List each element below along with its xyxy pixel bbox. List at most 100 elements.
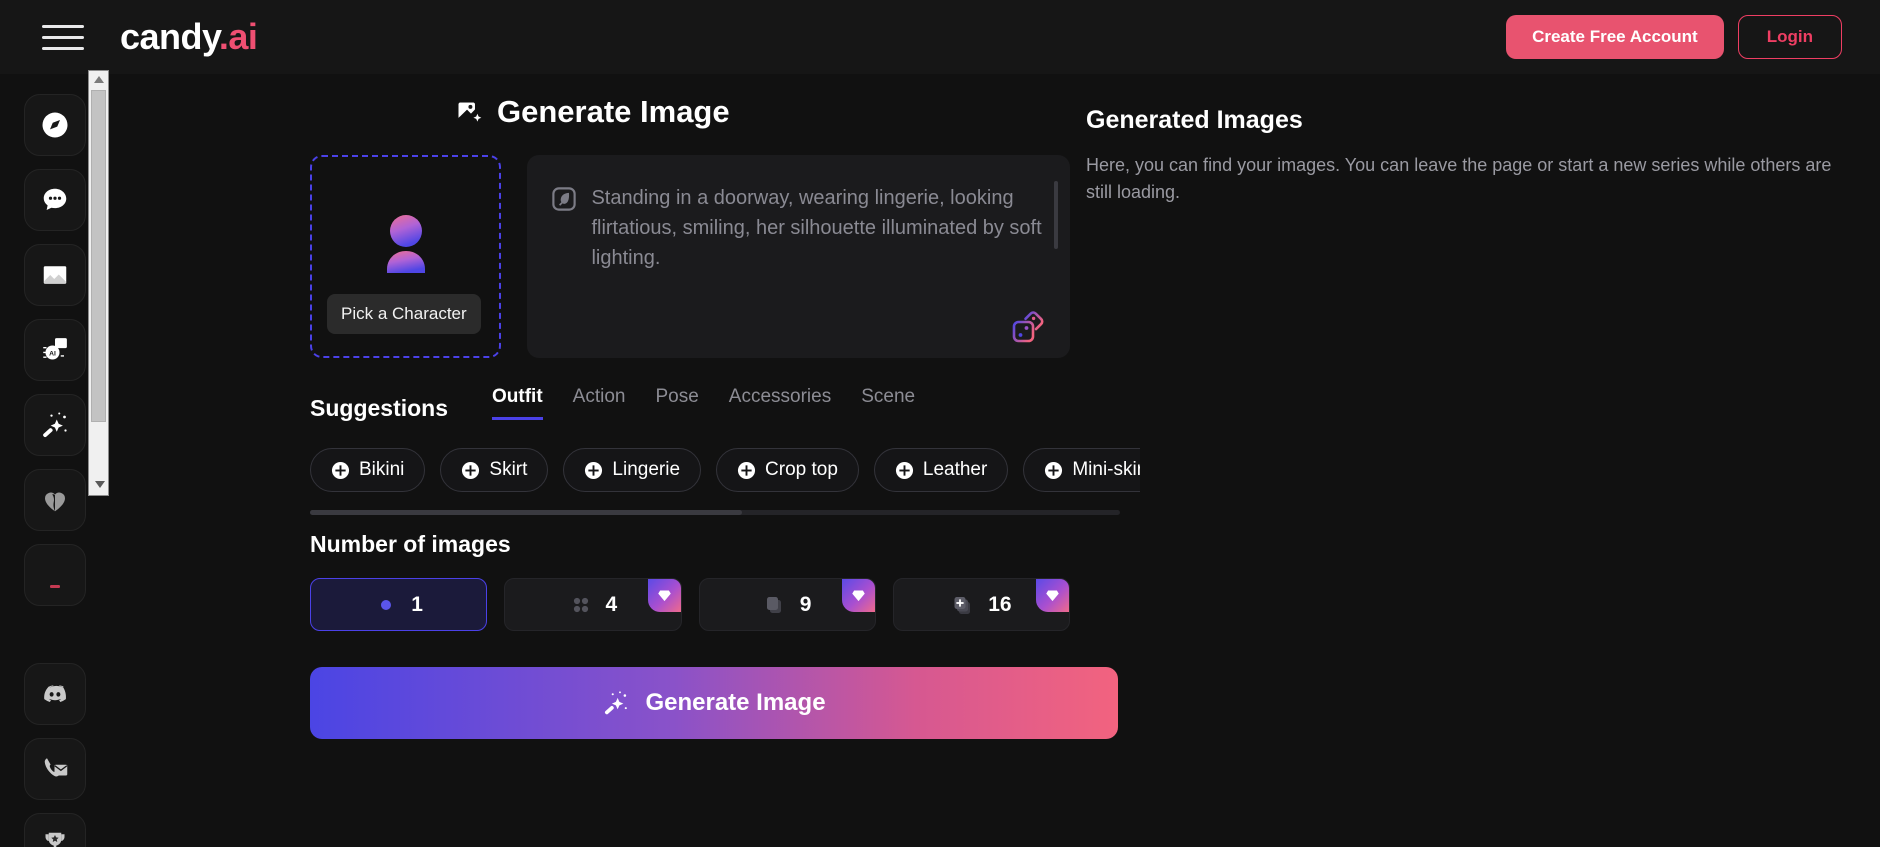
dice-shuffle-icon[interactable]	[1010, 306, 1050, 346]
image-count-option-1[interactable]: 1	[310, 578, 488, 631]
suggestion-chip-list: Bikini Skirt Lingerie Crop top Leather M…	[310, 448, 1140, 492]
image-count-value: 1	[411, 592, 423, 616]
prompt-scrollbar[interactable]	[1054, 181, 1058, 249]
suggestion-chip[interactable]: Leather	[873, 448, 1009, 492]
diamond-icon	[852, 590, 865, 602]
page-title-text: Generate Image	[497, 94, 730, 129]
stack-plus-icon	[954, 596, 971, 614]
plus-circle-icon	[585, 461, 603, 479]
image-count-option-9[interactable]: 9	[698, 578, 876, 631]
chips-scrollbar[interactable]	[310, 510, 1120, 515]
sidebar-item-favorites[interactable]	[24, 469, 86, 531]
prompt-text: Standing in a doorway, wearing lingerie,…	[591, 187, 1042, 269]
premium-badge	[647, 579, 681, 612]
magic-wand-icon	[605, 691, 628, 715]
generated-images-panel: Generated Images Here, you can find your…	[1080, 74, 1880, 847]
logo-main-text: candy	[120, 16, 219, 57]
top-bar: candy.ai Create Free Account Login	[0, 0, 1880, 74]
svg-text:AI: AI	[49, 351, 56, 358]
main-content: Generate Image Pick a Character Standing…	[110, 74, 1140, 847]
sidebar-scrollbar[interactable]	[88, 70, 109, 496]
image-icon	[43, 266, 67, 284]
discord-icon	[44, 685, 66, 702]
suggestion-chip[interactable]: Crop top	[716, 448, 859, 492]
scroll-down-arrow[interactable]	[89, 476, 110, 493]
tab-action[interactable]: Action	[573, 386, 626, 420]
suggestion-chip[interactable]: Bikini	[310, 448, 426, 492]
premium-badge	[1036, 579, 1069, 612]
compass-icon	[42, 112, 68, 138]
trophy-icon	[45, 832, 65, 847]
ai-image-icon: AI	[43, 338, 67, 360]
stack-two-icon	[766, 596, 781, 613]
chip-label: Skirt	[489, 459, 528, 480]
sidebar-item-gallery[interactable]	[24, 244, 86, 306]
tab-scene[interactable]: Scene	[861, 386, 915, 420]
number-of-images-options: 1 4 9 16	[310, 578, 1070, 631]
sidebar-item-rewards[interactable]	[24, 813, 86, 847]
contact-icon	[44, 758, 68, 777]
scroll-up-arrow[interactable]	[88, 71, 109, 88]
magic-wand-icon	[43, 412, 67, 438]
premium-badge	[841, 579, 875, 612]
sidebar-item-discord[interactable]	[24, 663, 86, 725]
site-logo[interactable]: candy.ai	[120, 16, 258, 57]
image-count-option-4[interactable]: 4	[504, 578, 682, 631]
tab-pose[interactable]: Pose	[655, 386, 698, 420]
sidebar-item-explore[interactable]	[24, 94, 86, 156]
generate-image-button[interactable]: Generate Image	[310, 667, 1118, 739]
diamond-icon	[657, 590, 671, 602]
image-count-value: 9	[799, 592, 812, 616]
login-button[interactable]: Login	[1737, 15, 1842, 59]
suggestion-chip[interactable]: Lingerie	[563, 448, 702, 492]
image-count-option-16[interactable]: 16	[892, 578, 1070, 631]
generator-row: Pick a Character Standing in a doorway, …	[310, 155, 1070, 358]
person-avatar-icon	[386, 214, 425, 273]
heart-icon	[45, 492, 65, 512]
topbar-actions: Create Free Account Login	[1506, 15, 1842, 59]
suggestion-tabs: Outfit Action Pose Accessories Scene	[492, 386, 915, 422]
chip-label: Crop top	[765, 459, 838, 480]
plus-circle-icon	[331, 461, 350, 479]
suggestions-title: Suggestions	[310, 395, 449, 421]
generated-images-description: Here, you can find your images. You can …	[1086, 155, 1832, 202]
generate-image-button-label: Generate Image	[645, 689, 826, 716]
image-count-value: 16	[988, 592, 1012, 616]
sidebar-item-magic-tools[interactable]	[24, 394, 86, 456]
generated-images-title: Generated Images	[1086, 106, 1303, 134]
chip-label: Leather	[922, 459, 988, 480]
tab-accessories[interactable]: Accessories	[729, 386, 831, 420]
scrollbar-thumb[interactable]	[91, 90, 106, 422]
create-free-account-button[interactable]: Create Free Account	[1506, 15, 1724, 59]
number-of-images-title: Number of images	[310, 531, 511, 557]
generate-image-icon	[458, 102, 482, 122]
pick-character-dropzone[interactable]: Pick a Character	[310, 155, 502, 358]
sidebar-item-chat[interactable]	[24, 169, 86, 231]
hamburger-line	[42, 24, 84, 28]
single-dot-icon	[381, 599, 392, 610]
sidebar-item-contact[interactable]	[24, 738, 86, 800]
hamburger-line	[42, 35, 84, 39]
chip-label: Lingerie	[612, 459, 681, 480]
chips-scrollbar-thumb[interactable]	[310, 510, 742, 515]
sidebar-item-ai-generate[interactable]: AI	[24, 319, 86, 381]
chat-bubble-icon	[43, 188, 67, 210]
prompt-input[interactable]: Standing in a doorway, wearing lingerie,…	[527, 155, 1070, 358]
quill-pen-icon	[552, 187, 577, 211]
grid-four-icon	[573, 597, 588, 612]
plus-circle-icon	[737, 461, 756, 479]
plus-circle-icon	[895, 461, 913, 479]
chip-label: Bikini	[359, 459, 405, 480]
plus-circle-icon	[1045, 461, 1063, 479]
image-count-value: 4	[605, 592, 618, 616]
suggestion-chip[interactable]: Skirt	[440, 448, 549, 492]
sidebar-item-more[interactable]	[24, 544, 86, 606]
suggestions-header: Suggestions Outfit Action Pose Accessori…	[310, 386, 1070, 422]
pick-character-label: Pick a Character	[327, 294, 481, 334]
hamburger-line	[42, 46, 84, 50]
page-title: Generate Image	[455, 94, 1070, 130]
plus-circle-icon	[462, 461, 480, 479]
partial-icon	[50, 585, 60, 588]
hamburger-menu-icon[interactable]	[42, 21, 84, 53]
tab-outfit[interactable]: Outfit	[492, 386, 543, 420]
